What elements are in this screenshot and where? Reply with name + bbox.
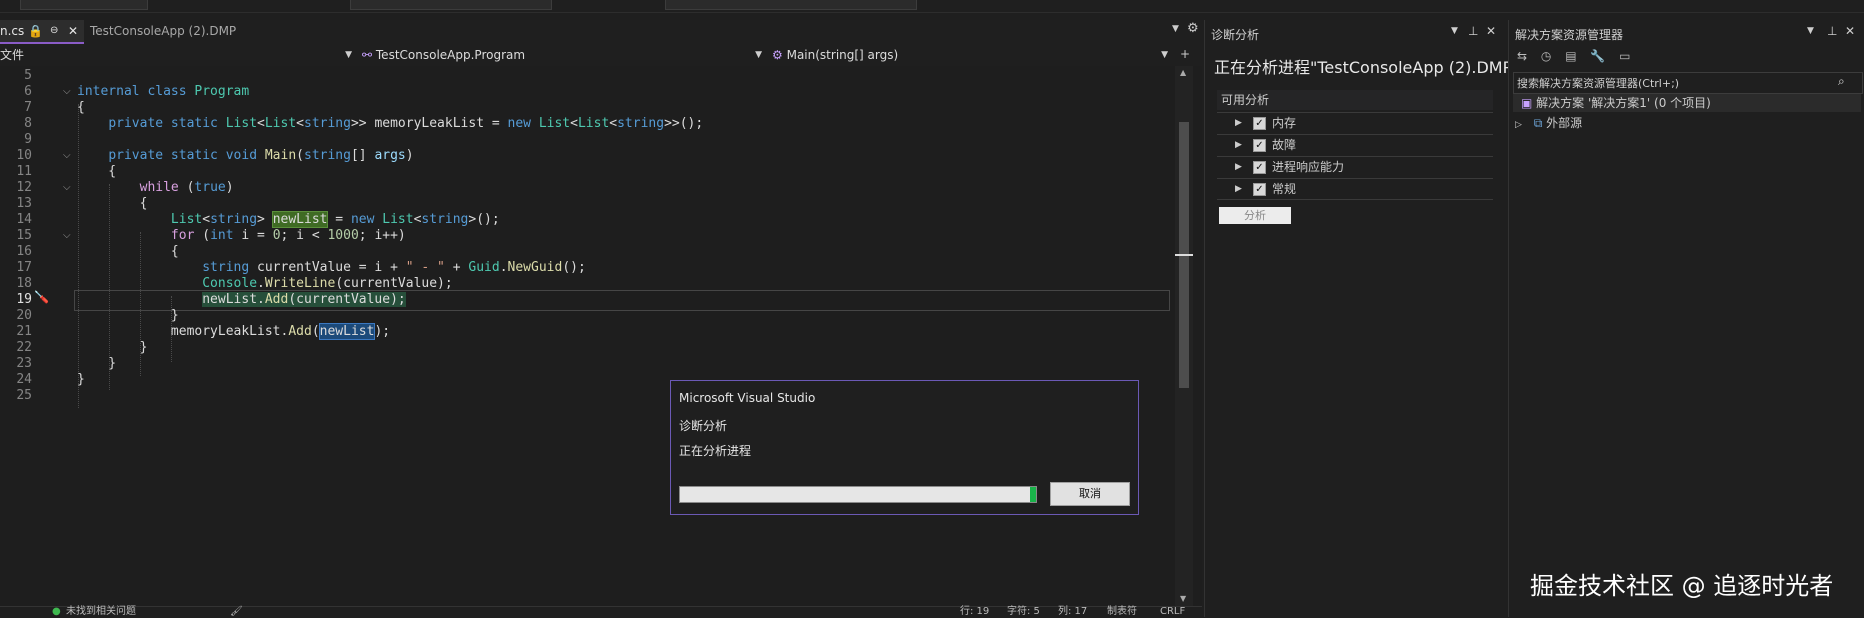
checkbox-icon[interactable]: ✓ (1253, 161, 1266, 174)
category-responsiveness[interactable]: ▶ ✓ 进程响应能力 (1217, 156, 1493, 177)
panel-title: 解决方案资源管理器 (1515, 28, 1624, 42)
scroll-caret-marker (1175, 254, 1193, 256)
category-memory[interactable]: ▶ ✓ 内存 (1217, 112, 1493, 133)
scroll-down-icon[interactable]: ▼ (1180, 594, 1186, 603)
available-analysis-header: 可用分析 (1217, 90, 1493, 110)
tab-program-cs[interactable]: n.cs 🔒 ⊖ ✕ (0, 20, 84, 44)
collapse-icon[interactable]: ▤ (1565, 49, 1576, 63)
check-icon: ● (52, 606, 61, 617)
tab-overflow-caret-icon[interactable]: ▼ (1172, 24, 1179, 34)
available-analysis-label: 可用分析 (1221, 93, 1270, 107)
file-dropdown[interactable]: 文件 ▼ (0, 46, 356, 64)
history-icon[interactable]: ◷ (1541, 49, 1551, 63)
class-dropdown-label: TestConsoleApp.Program (375, 48, 526, 62)
checkbox-icon[interactable]: ✓ (1253, 117, 1266, 130)
category-label: 进程响应能力 (1272, 160, 1345, 174)
close-icon[interactable]: ✕ (1486, 24, 1496, 38)
toolbar-config-dropdown[interactable] (20, 0, 148, 10)
solution-toolbar: ⇆ ◷ ▤ 🔧 ▭ (1517, 46, 1857, 66)
pin-icon[interactable]: ⊖ (50, 20, 58, 42)
pin-icon[interactable]: ⊥ (1827, 24, 1837, 38)
code-editor[interactable]: 5 6 ⌵ internal class Program 7 { 8 priva… (0, 66, 1202, 606)
analyze-button[interactable]: 分析 (1219, 207, 1291, 224)
dropdown-caret-icon: ▼ (755, 50, 762, 60)
issues-status[interactable]: 未找到相关问题 (66, 606, 136, 618)
toolbar-debug-target-dropdown[interactable] (665, 0, 917, 10)
dropdown-caret-icon: ▼ (1161, 50, 1168, 60)
top-toolbar (0, 0, 1864, 13)
lock-icon: 🔒 (28, 24, 43, 38)
tab-label: TestConsoleApp (2).DMP (90, 24, 237, 38)
class-icon: ⚯ (362, 48, 373, 62)
solution-icon: ▣ (1521, 96, 1533, 110)
tab-dmp[interactable]: TestConsoleApp (2).DMP (88, 20, 280, 42)
category-label: 内存 (1272, 116, 1297, 130)
brush-icon[interactable]: 🖌 (230, 606, 243, 618)
line-number: 25 (16, 388, 32, 403)
dialog-message: 正在分析进程 (679, 444, 752, 458)
expand-arrow-icon[interactable]: ▶ (1235, 157, 1242, 177)
eol-indicator[interactable]: CRLF (1160, 606, 1185, 618)
category-general[interactable]: ▶ ✓ 常规 (1217, 178, 1493, 200)
member-dropdown-label: Main(string[] args) (786, 48, 899, 62)
external-sources-item[interactable]: ▷ ⧉ 外部源 (1513, 114, 1582, 132)
dropdown-caret-icon: ▼ (345, 50, 352, 60)
class-dropdown[interactable]: ⚯ TestConsoleApp.Program ▼ (362, 46, 766, 64)
file-dropdown-label: 文件 (0, 48, 25, 62)
search-placeholder: 搜索解决方案资源管理器(Ctrl+;) (1517, 77, 1680, 90)
panel-title: 诊断分析 (1211, 28, 1260, 42)
col-indicator: 列: 17 (1058, 606, 1088, 617)
dialog-title: Microsoft Visual Studio (679, 391, 816, 405)
search-icon[interactable]: ⌕ (1838, 74, 1845, 89)
expand-arrow-icon[interactable]: ▷ (1515, 120, 1522, 130)
analysis-heading: 正在分析进程"TestConsoleApp (2).DMP" (1214, 58, 1520, 77)
method-icon: ⚙ (772, 48, 783, 62)
watermark: 掘金技术社区 @ 追逐时光者 (1530, 572, 1834, 600)
line-indicator: 行: 19 (960, 606, 990, 617)
navigation-bar: 文件 ▼ ⚯ TestConsoleApp.Program ▼ ⚙ Main(s… (0, 44, 1202, 67)
category-label: 常规 (1272, 182, 1297, 196)
progress-dialog: Microsoft Visual Studio 诊断分析 正在分析进程 取消 (670, 380, 1139, 515)
expand-arrow-icon[interactable]: ▶ (1235, 135, 1242, 155)
checkbox-icon[interactable]: ✓ (1253, 139, 1266, 152)
progress-fill (680, 487, 1032, 502)
tabs-indicator[interactable]: 制表符 (1107, 606, 1137, 618)
split-icon[interactable]: + (1180, 47, 1190, 61)
diagnostics-panel: 诊断分析 ▼ ⊥ ✕ 正在分析进程"TestConsoleApp (2).DMP… (1204, 20, 1520, 617)
preview-icon[interactable]: ▭ (1619, 49, 1630, 63)
toolbar-startup-dropdown[interactable] (350, 0, 552, 10)
progress-bar (679, 486, 1037, 503)
pin-icon[interactable]: ⊥ (1468, 24, 1478, 38)
category-label: 故障 (1272, 138, 1297, 152)
char-indicator: 字符: 5 (1007, 606, 1040, 617)
properties-icon[interactable]: 🔧 (1590, 49, 1605, 63)
sync-icon[interactable]: ⇆ (1517, 49, 1527, 63)
scroll-up-icon[interactable]: ▲ (1180, 68, 1186, 77)
category-crash[interactable]: ▶ ✓ 故障 (1217, 134, 1493, 155)
screwdriver-icon[interactable]: 🪛 (34, 290, 49, 304)
dropdown-caret-icon[interactable]: ▼ (1451, 26, 1458, 36)
solution-item[interactable]: ▣ 解决方案 '解决方案1' (0 个项目) (1513, 94, 1861, 112)
checkbox-icon[interactable]: ✓ (1253, 183, 1266, 196)
expand-arrow-icon[interactable]: ▶ (1235, 113, 1242, 133)
status-bar: ● 未找到相关问题 🖌 行: 19 字符: 5 列: 17 制表符 CRLF (0, 606, 1202, 618)
gear-icon[interactable]: ⚙ (1187, 21, 1199, 36)
solution-item-label: 解决方案 '解决方案1' (0 个项目) (1536, 96, 1711, 110)
close-icon[interactable]: ✕ (1845, 24, 1855, 38)
external-sources-label: 外部源 (1546, 116, 1583, 130)
progress-end (1030, 487, 1036, 502)
member-dropdown[interactable]: ⚙ Main(string[] args) ▼ (772, 46, 1172, 64)
dialog-subtitle: 诊断分析 (679, 419, 728, 433)
dropdown-caret-icon[interactable]: ▼ (1807, 26, 1814, 36)
solution-search-input[interactable]: 搜索解决方案资源管理器(Ctrl+;) ⌕ (1513, 72, 1863, 94)
expand-arrow-icon[interactable]: ▶ (1235, 179, 1242, 199)
close-icon[interactable]: ✕ (68, 20, 78, 42)
external-sources-icon: ⧉ (1533, 116, 1543, 130)
cancel-button[interactable]: 取消 (1050, 482, 1130, 506)
solution-explorer-panel: 解决方案资源管理器 ▼ ⊥ ✕ ⇆ ◷ ▤ 🔧 ▭ 搜索解决方案资源管理器(Ct… (1508, 20, 1864, 617)
tab-label: n.cs (0, 24, 25, 38)
document-tab-bar: n.cs 🔒 ⊖ ✕ TestConsoleApp (2).DMP ▼ ⚙ (0, 20, 1202, 44)
editor-vertical-scrollbar[interactable]: ▲ ▼ (1175, 66, 1193, 606)
